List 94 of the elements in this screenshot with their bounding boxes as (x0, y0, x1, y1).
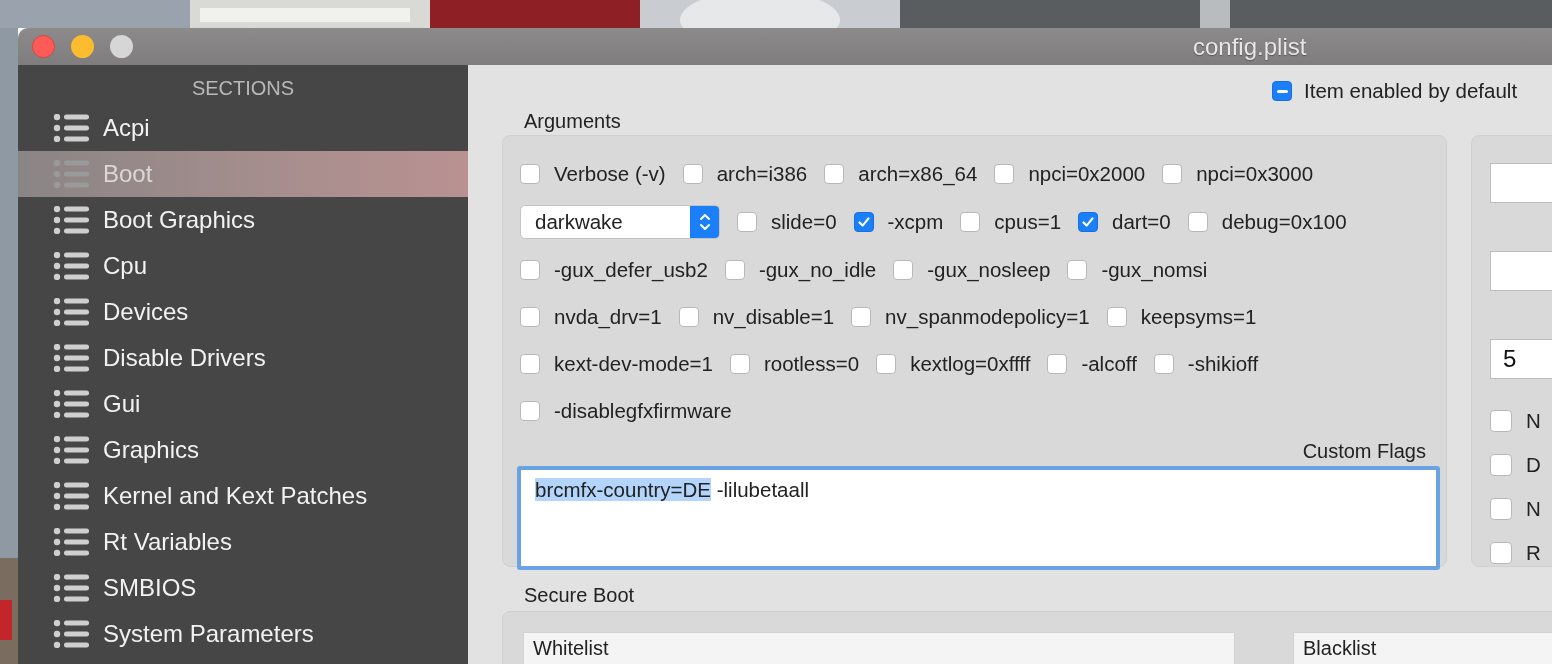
checkbox-label: cpus=1 (994, 210, 1062, 234)
sidebar-item[interactable]: Rt Variables (18, 519, 468, 565)
list-icon (53, 436, 89, 464)
checkbox-label: slide=0 (771, 210, 837, 234)
checkbox[interactable] (1490, 498, 1512, 520)
checkbox[interactable] (1187, 212, 1208, 232)
checkbox[interactable] (1162, 164, 1183, 184)
checkbox-label: npci=0x3000 (1196, 162, 1314, 186)
list-icon (53, 252, 89, 280)
sidebar-item[interactable]: Graphics (18, 427, 468, 473)
checkbox-label: R (1526, 541, 1541, 565)
window-title: config.plist (1193, 32, 1307, 61)
checkbox[interactable] (994, 164, 1015, 184)
checkbox-label: D (1526, 453, 1541, 477)
checkbox-label: npci=0x2000 (1028, 162, 1146, 186)
checkbox[interactable] (960, 212, 981, 232)
checkbox-label: -gux_nomsi (1101, 257, 1208, 282)
checkbox[interactable] (724, 259, 745, 280)
list-icon (53, 620, 89, 648)
checkbox-label: -gux_nosleep (927, 257, 1051, 282)
checkbox[interactable] (678, 306, 699, 327)
checkbox[interactable] (682, 164, 703, 184)
sidebar-item[interactable]: Acpi (18, 105, 468, 151)
checkbox-label: dart=0 (1112, 210, 1171, 234)
chevron-updown-icon (697, 211, 712, 233)
checkbox[interactable] (1153, 353, 1174, 374)
checkbox[interactable] (1078, 212, 1099, 232)
checkbox[interactable] (1047, 353, 1068, 374)
checkbox[interactable] (853, 212, 874, 232)
checkbox-label: keepsyms=1 (1140, 304, 1257, 329)
checkbox-label: -disablegfxfirmware (554, 398, 732, 423)
sidebar-item[interactable]: Boot Graphics (18, 197, 468, 243)
list-icon (53, 344, 89, 372)
checkbox-label: rootless=0 (763, 351, 860, 376)
checkbox-label: nvda_drv=1 (554, 304, 662, 329)
checkbox-label: -alcoff (1081, 351, 1137, 376)
checkbox[interactable] (1106, 306, 1127, 327)
checkbox[interactable] (729, 353, 750, 374)
checkbox[interactable] (737, 212, 757, 232)
popup-button[interactable]: darkwake (520, 205, 720, 239)
checkbox-label: N (1526, 497, 1541, 521)
checkbox[interactable] (1490, 542, 1512, 564)
checkbox-label: kext-dev-mode=1 (554, 351, 713, 376)
group-title: Secure Boot (523, 583, 636, 608)
list-icon (53, 528, 89, 556)
sidebar-item[interactable]: Disable Drivers (18, 335, 468, 381)
checkbox-label: N (1526, 409, 1541, 433)
column-header: Whitelist (533, 637, 609, 659)
checkbox[interactable] (893, 259, 914, 280)
list-icon (53, 390, 89, 418)
list-icon (53, 114, 89, 142)
list-icon (53, 298, 89, 326)
sidebar-item[interactable]: System Parameters (18, 611, 468, 657)
column-header: Blacklist (1303, 637, 1377, 659)
checkbox[interactable] (520, 259, 540, 280)
checkbox[interactable] (520, 353, 540, 374)
sidebar-item[interactable]: Gui (18, 381, 468, 427)
checkbox-label: debug=0x100 (1221, 210, 1347, 234)
checkbox-label: nv_disable=1 (712, 304, 835, 329)
list-icon (53, 206, 89, 234)
checkbox-label: -shikioff (1187, 351, 1259, 376)
checkbox-label: arch=i386 (716, 162, 808, 186)
checkbox[interactable] (520, 400, 540, 421)
sidebar-item[interactable]: SMBIOS (18, 565, 468, 611)
item-enabled-checkbox[interactable] (1272, 81, 1292, 101)
checkbox[interactable] (851, 306, 872, 327)
sidebar-item[interactable]: Devices (18, 289, 468, 335)
close-button[interactable] (32, 35, 55, 58)
group-title: Arguments (523, 109, 622, 134)
checkbox-label: -gux_no_idle (758, 257, 877, 282)
sidebar-header: SECTIONS (190, 76, 296, 101)
input-field[interactable]: 5 (1490, 339, 1552, 379)
checkbox[interactable] (876, 353, 897, 374)
sidebar-item[interactable]: Kernel and Kext Patches (18, 473, 468, 519)
custom-flags-field[interactable]: brcmfx-country=DE -lilubetaall (517, 466, 1440, 570)
list-icon (53, 574, 89, 602)
sidebar-item[interactable]: Cpu (18, 243, 468, 289)
checkbox-label: -xcpm (887, 210, 944, 234)
minimize-button[interactable] (71, 35, 94, 58)
zoom-button[interactable] (110, 35, 133, 58)
checkbox[interactable] (1490, 410, 1512, 432)
checkbox-label: Item enabled by default (1304, 79, 1518, 103)
checkbox[interactable] (1490, 454, 1512, 476)
checkbox-label: kextlog=0xffff (910, 351, 1031, 376)
checkbox[interactable] (520, 164, 540, 184)
checkbox[interactable] (824, 164, 845, 184)
checkbox-label: Verbose (-v) (554, 162, 666, 186)
checkbox[interactable] (520, 306, 540, 327)
checkbox[interactable] (1067, 259, 1088, 280)
checkbox-label: nv_spanmodepolicy=1 (885, 304, 1090, 329)
list-icon (53, 482, 89, 510)
checkbox-label: -gux_defer_usb2 (554, 257, 708, 282)
field-label: Custom Flags (1301, 440, 1427, 464)
checkbox-label: arch=x86_64 (858, 162, 978, 186)
